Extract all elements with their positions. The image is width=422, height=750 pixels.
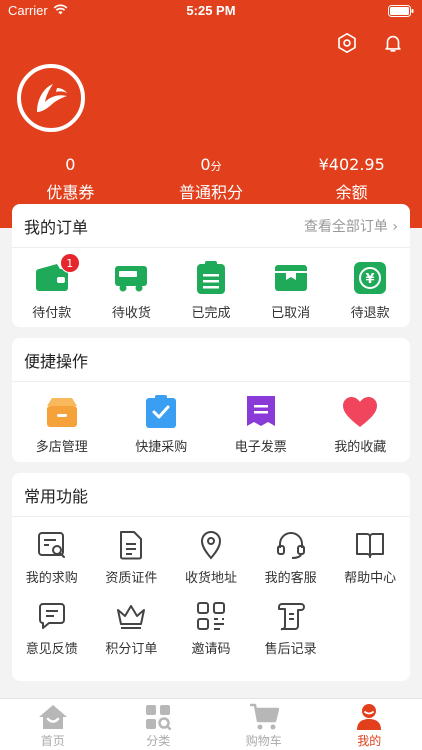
order-cancelled-label: 已取消 xyxy=(271,306,311,321)
tab-profile[interactable]: 我的 xyxy=(317,699,422,750)
tab-home-label: 首页 xyxy=(40,734,65,748)
quick-favorites[interactable]: 我的收藏 xyxy=(311,394,411,455)
truck-icon xyxy=(113,260,149,296)
func-help-center[interactable]: 帮助中心 xyxy=(330,529,410,586)
func-points-orders[interactable]: 积分订单 xyxy=(92,600,172,657)
invoice-icon xyxy=(243,394,279,430)
cart-icon xyxy=(249,703,279,731)
headset-icon xyxy=(275,529,307,561)
func-after-sales-label: 售后记录 xyxy=(264,642,317,657)
yen-refund-icon: ¥ xyxy=(352,260,388,296)
quick-purchase[interactable]: 快捷采购 xyxy=(112,394,212,455)
store-icon xyxy=(44,394,80,430)
points-unit: 分 xyxy=(210,160,222,173)
category-icon xyxy=(143,703,173,731)
coupon-label: 优惠券 xyxy=(46,183,95,202)
book-icon xyxy=(354,529,386,561)
location-pin-icon xyxy=(195,529,227,561)
tab-cart-label: 购物车 xyxy=(245,734,282,748)
func-address[interactable]: 收货地址 xyxy=(171,529,251,586)
points-value: 0 xyxy=(200,155,211,174)
settings-icon[interactable] xyxy=(336,32,358,54)
pending-payment-badge: 1 xyxy=(59,253,80,273)
battery-icon xyxy=(388,5,414,21)
clipboard-list-icon xyxy=(193,260,229,296)
view-all-orders-link[interactable]: 查看全部订单 › xyxy=(304,216,398,236)
status-bar: Carrier 5:25 PM xyxy=(0,0,422,22)
func-address-label: 收货地址 xyxy=(184,571,237,586)
tab-bar: 首页 分类 购物车 我的 xyxy=(0,698,422,750)
functions-title: 常用功能 xyxy=(24,486,89,506)
points-stat[interactable]: 0分 普通积分 xyxy=(141,155,282,203)
qr-code-icon xyxy=(195,600,227,632)
scroll-icon xyxy=(275,600,307,632)
func-points-orders-label: 积分订单 xyxy=(105,642,158,657)
wallet-icon: 1 xyxy=(34,253,80,296)
func-certificates[interactable]: 资质证件 xyxy=(92,529,172,586)
func-feedback[interactable]: 意见反馈 xyxy=(12,600,92,657)
search-doc-icon xyxy=(36,529,68,561)
quick-favorites-label: 我的收藏 xyxy=(334,440,387,455)
func-help-center-label: 帮助中心 xyxy=(344,571,397,586)
func-invite-code[interactable]: 邀请码 xyxy=(171,600,251,657)
tab-category-label: 分类 xyxy=(146,734,171,748)
func-my-requests-label: 我的求购 xyxy=(25,571,78,586)
document-icon xyxy=(115,529,147,561)
orders-card: 我的订单 查看全部订单 › 1 待付款 待收货 已完成 已取消 ¥ 待退款 xyxy=(12,204,410,327)
func-customer-service[interactable]: 我的客服 xyxy=(251,529,331,586)
header-actions xyxy=(336,32,404,54)
func-invite-code-label: 邀请码 xyxy=(191,642,231,657)
user-icon xyxy=(354,703,384,731)
order-pending-payment-label: 待付款 xyxy=(32,306,72,321)
order-completed[interactable]: 已完成 xyxy=(171,260,251,321)
functions-card: 常用功能 我的求购 资质证件 收货地址 我的客服 帮助中心 意见反馈 积分订单 … xyxy=(12,473,410,681)
crown-icon xyxy=(115,600,147,632)
order-pending-receipt[interactable]: 待收货 xyxy=(92,260,172,321)
coupon-value: 0 xyxy=(65,155,76,174)
quick-multi-store-label: 多店管理 xyxy=(35,440,88,455)
brand-logo-icon xyxy=(37,84,67,112)
order-pending-receipt-label: 待收货 xyxy=(111,306,151,321)
bell-icon[interactable] xyxy=(382,32,404,54)
clock: 5:25 PM xyxy=(186,3,236,18)
func-my-requests[interactable]: 我的求购 xyxy=(12,529,92,586)
balance-stat[interactable]: ¥402.95 余额 xyxy=(281,155,422,203)
orders-title: 我的订单 xyxy=(24,217,89,237)
feedback-icon xyxy=(36,600,68,632)
quick-e-invoice[interactable]: 电子发票 xyxy=(211,394,311,455)
tab-category[interactable]: 分类 xyxy=(106,699,212,750)
home-icon xyxy=(38,703,68,731)
quick-purchase-label: 快捷采购 xyxy=(135,440,188,455)
order-cancelled[interactable]: 已取消 xyxy=(251,260,331,321)
box-icon xyxy=(273,260,309,296)
heart-icon xyxy=(342,394,378,430)
func-feedback-label: 意见反馈 xyxy=(25,642,78,657)
tab-cart[interactable]: 购物车 xyxy=(211,699,317,750)
points-label: 普通积分 xyxy=(179,183,244,202)
avatar[interactable] xyxy=(17,64,85,132)
balance-value: ¥402.95 xyxy=(318,155,385,174)
func-after-sales[interactable]: 售后记录 xyxy=(251,600,331,657)
order-pending-refund-label: 待退款 xyxy=(350,306,390,321)
order-completed-label: 已完成 xyxy=(191,306,231,321)
clipboard-check-icon xyxy=(143,394,179,430)
quick-actions-title: 便捷操作 xyxy=(24,351,89,371)
svg-text:¥: ¥ xyxy=(366,272,375,287)
account-stats: 0 优惠券 0分 普通积分 ¥402.95 余额 xyxy=(0,155,422,203)
quick-multi-store[interactable]: 多店管理 xyxy=(12,394,112,455)
func-certificates-label: 资质证件 xyxy=(105,571,158,586)
quick-actions-card: 便捷操作 多店管理 快捷采购 电子发票 我的收藏 xyxy=(12,338,410,462)
order-pending-payment[interactable]: 1 待付款 xyxy=(12,253,92,321)
func-customer-service-label: 我的客服 xyxy=(264,571,317,586)
tab-profile-label: 我的 xyxy=(357,734,382,748)
quick-e-invoice-label: 电子发票 xyxy=(234,440,287,455)
tab-home[interactable]: 首页 xyxy=(0,699,106,750)
balance-label: 余额 xyxy=(335,183,368,202)
order-pending-refund[interactable]: ¥ 待退款 xyxy=(330,260,410,321)
coupon-stat[interactable]: 0 优惠券 xyxy=(0,155,141,203)
